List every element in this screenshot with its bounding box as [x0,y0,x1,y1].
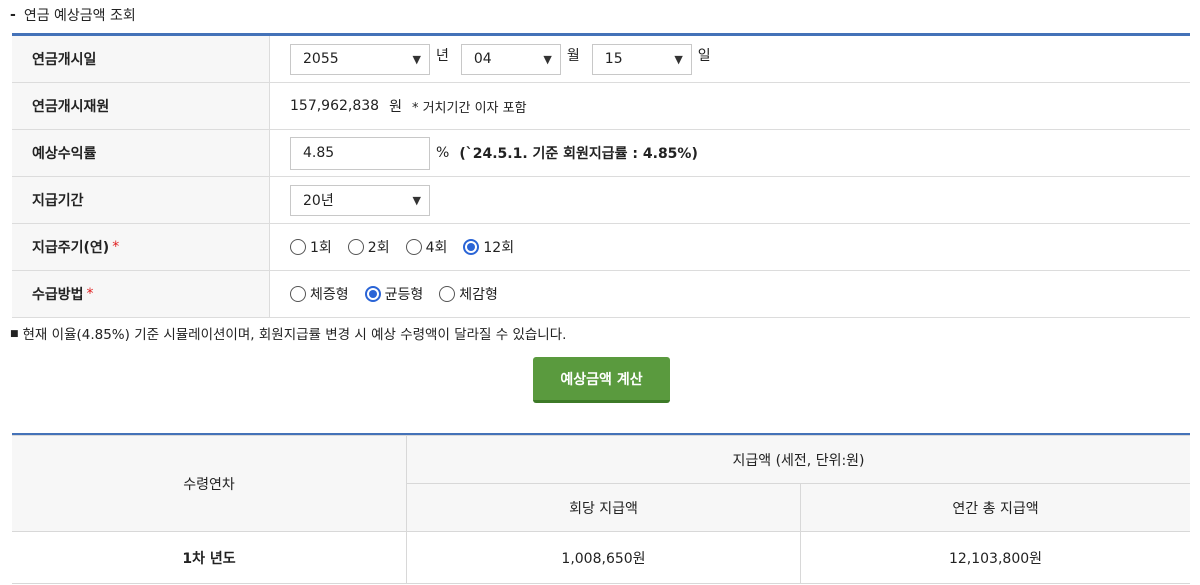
method-option-equal[interactable]: 균등형 [364,284,424,304]
rate-label: 예상수익률 [12,130,270,176]
month-unit: 월 [566,48,580,64]
chevron-down-icon: ▼ [412,52,421,66]
month-select[interactable]: 04 ▼ [460,43,561,75]
result-table: 수령연차 지급액 (세전, 단위:원) 회당 지급액 연간 총 지급액 1차 년… [12,433,1190,584]
radio-label: 체증형 [310,287,349,303]
chevron-down-icon: ▼ [543,52,552,66]
principal-amount: 157,962,838 [290,98,380,114]
row-period: 지급기간 20년 ▼ [12,177,1190,224]
day-value: 15 [604,51,623,67]
col-annual-header: 연간 총 지급액 [800,483,1190,532]
cycle-option-12[interactable]: 12회 [463,237,514,257]
rate-input[interactable]: 4.85 [290,136,430,170]
title-dash-icon: - [10,7,16,23]
radio-selected-icon [463,239,480,255]
required-mark: * [86,286,94,302]
chevron-down-icon: ▼ [674,52,683,66]
radio-label: 12회 [483,240,515,256]
year-select[interactable]: 2055 ▼ [290,43,430,75]
row-start-date: 연금개시일 2055 ▼ 년 04 ▼ 월 15 ▼ 일 [12,36,1190,83]
col-per-header: 회당 지급액 [406,483,801,532]
month-value: 04 [473,51,492,67]
period-value: 20년 [303,193,334,209]
cycle-label-text: 지급주기(연) [32,240,110,256]
principal-unit: 원 [389,99,402,115]
row-principal: 연금개시재원 157,962,838 원 * 거치기간 이자 포함 [12,83,1190,130]
year-unit: 년 [436,48,449,64]
method-label: 수급방법 * [12,271,270,317]
method-options: 체증형 균등형 체감형 [270,271,1190,317]
radio-label: 2회 [367,240,390,256]
col-group-header: 지급액 (세전, 단위:원) [406,435,1190,484]
row-method: 수급방법 * 체증형 균등형 체감형 [12,271,1190,318]
radio-selected-icon [364,286,381,302]
method-option-increasing[interactable]: 체증형 [290,284,349,304]
rate-note: (`24.5.1. 기준 회원지급률 : 4.85%) [459,146,698,162]
radio-icon [405,239,422,255]
cycle-label: 지급주기(연) * [12,224,270,270]
method-option-decreasing[interactable]: 체감형 [439,284,498,304]
cycle-option-4[interactable]: 4회 [405,237,448,257]
principal-note: * 거치기간 이자 포함 [411,100,527,116]
cycle-options: 1회 2회 4회 12회 [270,224,1190,270]
radio-icon [290,239,306,255]
principal-label: 연금개시재원 [12,83,270,129]
rate-unit: % [436,145,450,161]
notice: ■ 현재 이율(4.85%) 기준 시뮬레이션이며, 회원지급률 변경 시 예상 … [10,323,566,343]
notice-text: 현재 이율(4.85%) 기준 시뮬레이션이며, 회원지급률 변경 시 예상 수… [22,327,567,343]
bullet-icon: ■ [10,329,19,339]
radio-icon [290,286,306,302]
cell-per: 1,008,650원 [406,531,801,584]
chevron-down-icon: ▼ [412,193,421,207]
period-label: 지급기간 [12,177,270,223]
method-label-text: 수급방법 [32,287,84,303]
section-title-text: 연금 예상금액 조회 [23,8,136,24]
calculate-button[interactable]: 예상금액 계산 [533,357,670,403]
day-unit: 일 [697,48,711,64]
radio-label: 균등형 [384,287,424,303]
start-date-label: 연금개시일 [12,36,270,82]
table-row: 1차 년도 1,008,650원 12,103,800원 [12,531,1190,584]
radio-label: 4회 [425,240,448,256]
pension-form: 연금개시일 2055 ▼ 년 04 ▼ 월 15 ▼ 일 연금개시재원 157,… [12,33,1190,318]
radio-label: 1회 [310,240,332,256]
row-cycle: 지급주기(연) * 1회 2회 4회 12회 [12,224,1190,271]
cycle-option-2[interactable]: 2회 [347,237,390,257]
radio-icon [439,286,456,302]
radio-label: 체감형 [459,287,498,303]
col-year-header: 수령연차 [12,435,407,532]
day-select[interactable]: 15 ▼ [591,43,692,75]
period-select[interactable]: 20년 ▼ [290,184,430,216]
cell-annual: 12,103,800원 [800,531,1190,584]
cycle-option-1[interactable]: 1회 [290,237,332,257]
required-mark: * [112,239,120,255]
cell-year: 1차 년도 [12,531,407,584]
row-rate: 예상수익률 4.85 % (`24.5.1. 기준 회원지급률 : 4.85%) [12,130,1190,177]
year-value: 2055 [303,51,339,67]
radio-icon [347,239,364,255]
section-title: - 연금 예상금액 조회 [10,4,136,26]
